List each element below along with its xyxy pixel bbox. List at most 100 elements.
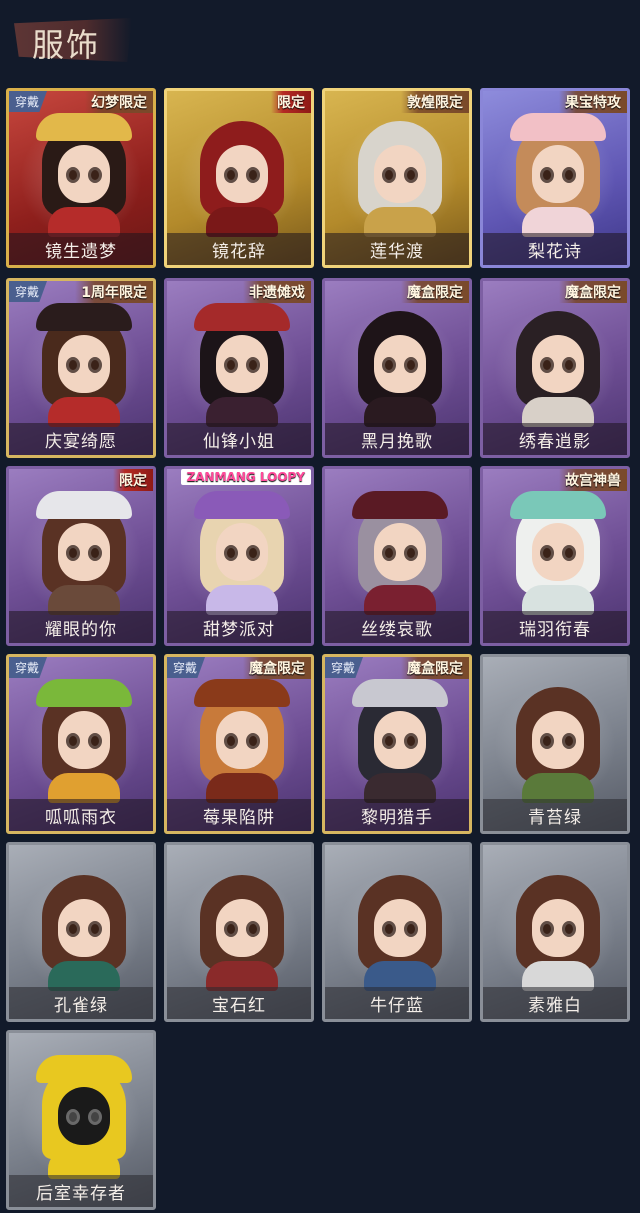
portrait-headwear [510,113,606,141]
character-portrait [42,875,126,991]
portrait-eye [224,545,238,561]
portrait-eye [540,167,554,183]
character-portrait [516,311,600,427]
costume-card[interactable]: 魔盒限定绣春逍影 [480,278,630,458]
costume-name: 梨花诗 [528,241,582,262]
portrait-eye [382,921,396,937]
costume-card[interactable]: 穿戴 魔盒限定 莓果陷阱 [164,654,314,834]
card-label-bar: 牛仔蓝 [325,987,469,1019]
character-portrait [36,1055,132,1179]
equipped-badge: 穿戴 [9,657,48,678]
card-label-bar: 孔雀绿 [9,987,153,1019]
costume-card[interactable]: 故宫神兽瑞羽衔春 [480,466,630,646]
portrait-eye [382,167,396,183]
costume-card[interactable]: 穿戴 幻梦限定 镜生遗梦 [6,88,156,268]
portrait-eye [66,921,80,937]
portrait-headwear [194,679,290,707]
costume-name: 丝缕哀歌 [361,619,433,640]
portrait-headwear [36,491,132,519]
character-portrait [36,113,132,237]
card-label-bar: 镜生遗梦 [9,233,153,265]
portrait-eye [66,733,80,749]
card-label-bar: 青苔绿 [483,799,627,831]
portrait-eye [224,167,238,183]
costume-card[interactable]: 丝缕哀歌 [322,466,472,646]
costume-name: 素雅白 [528,995,582,1016]
limited-tag: 故宫神兽 [559,469,627,491]
portrait-headwear [194,303,290,331]
costume-name: 莓果陷阱 [203,807,275,828]
costume-card[interactable]: 穿戴呱呱雨衣 [6,654,156,834]
portrait-eye [246,545,260,561]
portrait-eye [540,921,554,937]
limited-tag: 魔盒限定 [559,281,627,303]
character-portrait [352,491,448,615]
card-label-bar: 仙锋小姐 [167,423,311,455]
portrait-eye [246,357,260,373]
portrait-eye [88,357,102,373]
costume-card[interactable]: 穿戴 魔盒限定 黎明猎手 [322,654,472,834]
character-portrait [352,679,448,803]
costume-card[interactable]: 后室幸存者 [6,1030,156,1210]
costume-card[interactable]: 限定耀眼的你 [6,466,156,646]
portrait-eye [66,167,80,183]
limited-tag: 1周年限定 [75,281,153,303]
card-label-bar: 素雅白 [483,987,627,1019]
portrait-eye [404,733,418,749]
costume-name: 后室幸存者 [36,1183,126,1204]
portrait-headwear [352,679,448,707]
portrait-eye [540,733,554,749]
costume-name: 瑞羽衔春 [519,619,591,640]
costume-name: 青苔绿 [528,807,582,828]
card-label-bar: 丝缕哀歌 [325,611,469,643]
character-portrait [36,491,132,615]
costume-name: 耀眼的你 [45,619,117,640]
character-portrait [194,303,290,427]
portrait-eye [88,1109,102,1125]
costume-card[interactable]: 宝石红 [164,842,314,1022]
character-portrait [194,491,290,615]
costume-name: 绣春逍影 [519,431,591,452]
header: 服饰 [0,0,640,80]
character-portrait [358,875,442,991]
portrait-eye [562,921,576,937]
costume-name: 庆宴绮愿 [45,431,117,452]
costume-card[interactable]: 非遗傩戏仙锋小姐 [164,278,314,458]
costume-card[interactable]: 牛仔蓝 [322,842,472,1022]
equipped-badge: 穿戴 [167,657,206,678]
card-label-bar: 梨花诗 [483,233,627,265]
costume-card[interactable]: 孔雀绿 [6,842,156,1022]
costume-name: 宝石红 [212,995,266,1016]
card-label-bar: 耀眼的你 [9,611,153,643]
costume-name: 呱呱雨衣 [45,807,117,828]
costume-card[interactable]: 素雅白 [480,842,630,1022]
costume-card[interactable]: 限定 镜花辞 [164,88,314,268]
costume-card[interactable]: ZANMANG LOOPY 甜梦派对 [164,466,314,646]
character-portrait [516,875,600,991]
portrait-eye [540,357,554,373]
portrait-eye [540,545,554,561]
costume-card[interactable]: 穿戴 1周年限定庆宴绮愿 [6,278,156,458]
costume-card[interactable]: 魔盒限定 黑月挽歌 [322,278,472,458]
portrait-eye [404,167,418,183]
limited-tag: 限定 [113,469,153,491]
costume-name: 孔雀绿 [54,995,108,1016]
limited-tag: 非遗傩戏 [243,281,311,303]
portrait-eye [88,733,102,749]
costume-card[interactable]: 敦煌限定 莲华渡 [322,88,472,268]
portrait-headwear [36,303,132,331]
portrait-eye [66,1109,80,1125]
limited-tag: ZANMANG LOOPY [180,469,311,485]
card-label-bar: 瑞羽衔春 [483,611,627,643]
card-label-bar: 甜梦派对 [167,611,311,643]
equipped-badge: 穿戴 [9,281,48,302]
card-label-bar: 莲华渡 [325,233,469,265]
card-label-bar: 后室幸存者 [9,1175,153,1207]
costume-card[interactable]: 果宝特攻 梨花诗 [480,88,630,268]
page-title: 服饰 [32,26,101,64]
costume-card[interactable]: 青苔绿 [480,654,630,834]
limited-tag: 魔盒限定 [401,281,469,303]
portrait-headwear [36,113,132,141]
portrait-eye [562,733,576,749]
character-portrait [358,121,442,237]
